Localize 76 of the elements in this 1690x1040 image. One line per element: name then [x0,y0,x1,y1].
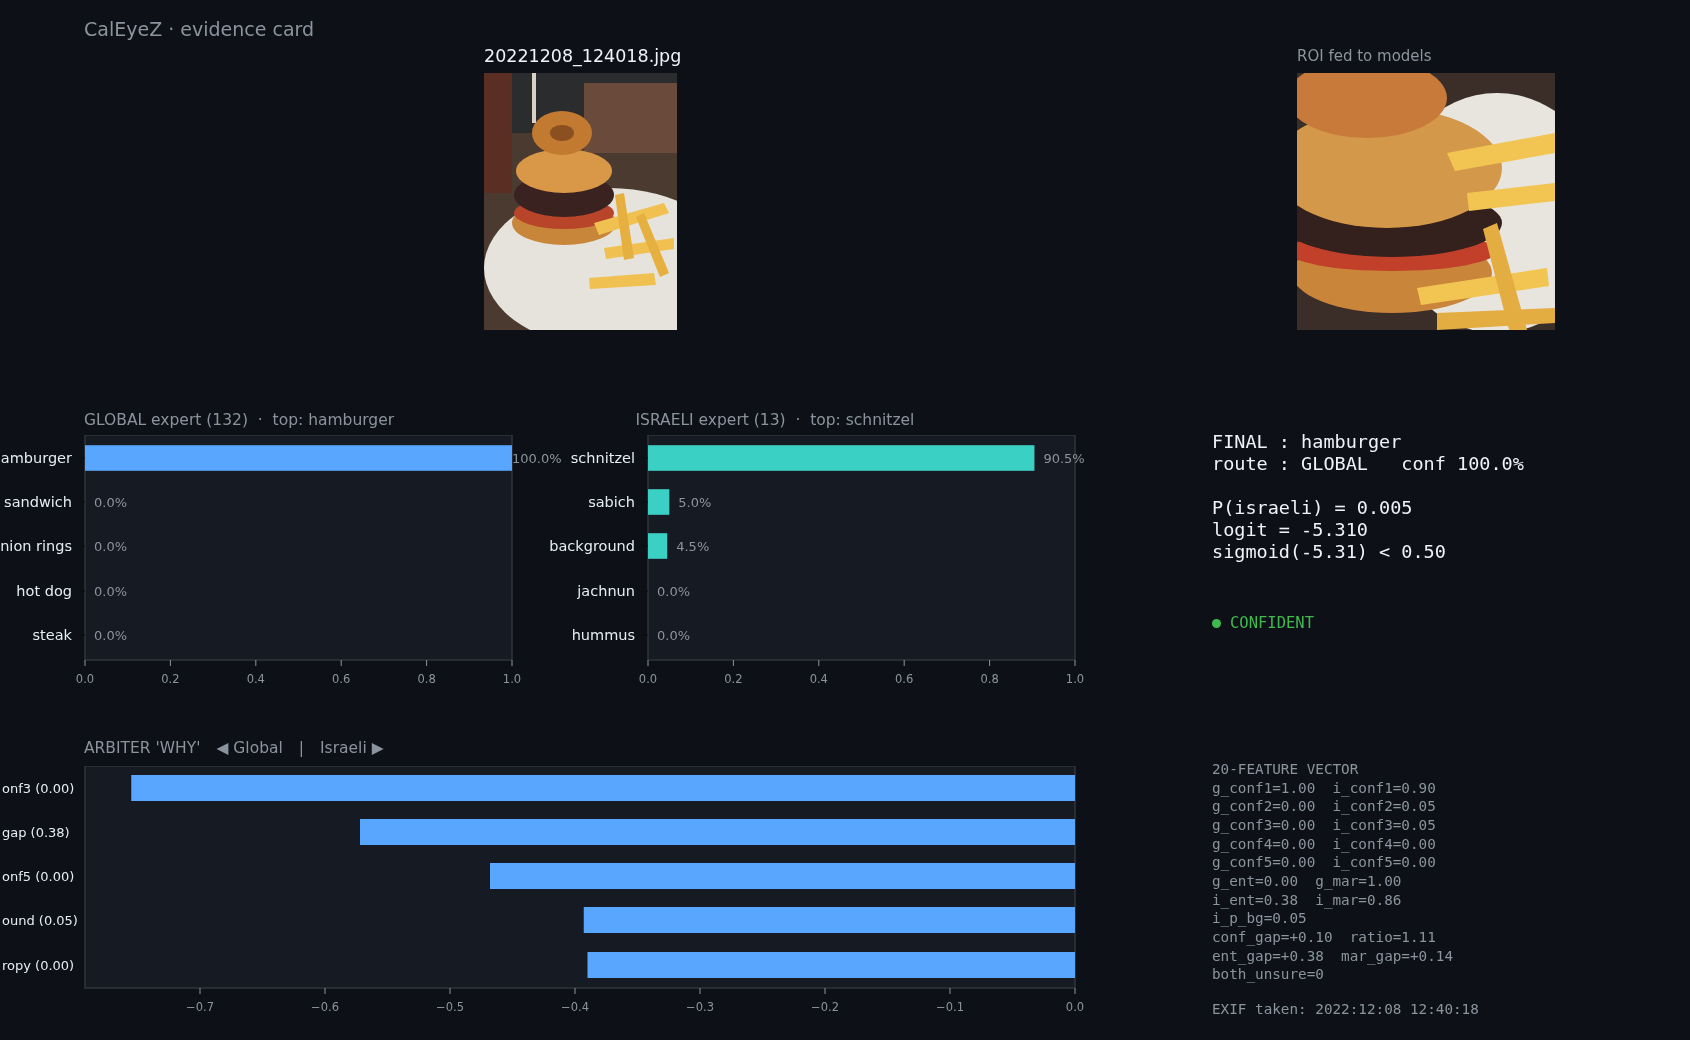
tick-label: 0.4 [809,672,828,686]
category-label: sabich [588,494,635,510]
section-heading: 20-FEATURE VECTOR [1212,760,1360,779]
tick-label: 0.0 [1065,1000,1085,1014]
value-label: 0.0% [657,628,691,643]
file-name: 20221208_124018.jpg [484,45,682,67]
roi-caption: ROI fed to models [1297,46,1433,67]
feature-line: i_ent=0.38 i_mar=0.86 [1212,890,1403,910]
chart-title: ARBITER 'WHY' [84,738,201,758]
tick-label: −0.5 [436,1000,464,1014]
value-label: 100.0% [512,451,562,466]
feature-line: g_conf1=1.00 i_conf1=0.90 [1212,778,1437,798]
tick-label: −0.6 [311,1000,339,1014]
feature-label: onf3 (0.00) [2,781,75,796]
feature-line: g_conf4=0.00 i_conf4=0.00 [1212,834,1437,854]
verdict-line: FINAL : hamburger [1212,431,1403,453]
value-label: 0.0% [94,584,128,599]
verdict-line: sigmoid(-5.31) < 0.50 [1212,541,1447,563]
category-label: steak [32,627,72,643]
status-label: CONFIDENT [1230,613,1314,633]
feature-label: onf5 (0.00) [2,869,75,884]
legend-label: ◀ Global [216,738,283,758]
app-title: CalEyeZ · evidence card [83,17,316,41]
category-label: hummus [571,627,635,643]
value-label: 0.0% [94,495,128,510]
legend-label: Israeli ▶ [320,738,384,758]
verdict-line: P(israeli) = 0.005 [1212,497,1414,519]
tick-label: 0.8 [417,672,436,686]
value-label: 0.0% [94,628,128,643]
legend-label: | [298,738,305,758]
feature-line: g_conf5=0.00 i_conf5=0.00 [1212,853,1437,872]
value-label: 0.0% [94,539,128,554]
feature-line: both_unsure=0 [1212,965,1325,984]
value-label: 0.0% [657,584,691,599]
feature-label: ound (0.05) [2,913,78,928]
tick-label: −0.7 [186,1000,214,1014]
chart-title: GLOBAL expert (132) · top: hamburger [84,410,396,430]
exif-line: EXIF taken: 2022:12:08 12:40:18 [1212,999,1480,1019]
tick-label: −0.2 [811,1000,839,1014]
tick-label: 0.6 [332,672,351,686]
feature-line: g_ent=0.00 g_mar=1.00 [1212,871,1403,891]
category-label: nion rings [0,538,72,554]
value-label: 5.0% [678,495,712,510]
category-label: amburger [0,450,72,466]
tick-label: 0.0 [638,672,658,686]
feature-line: ent_gap=+0.38 mar_gap=+0.14 [1212,946,1454,966]
verdict-line: route : GLOBAL conf 100.0% [1212,453,1525,475]
tick-label: −0.3 [686,1000,714,1014]
feature-line: i_p_bg=0.05 [1212,909,1308,928]
tick-label: 0.8 [980,672,999,686]
value-label: 4.5% [676,539,710,554]
tick-label: 0.0 [75,672,95,686]
feature-line: g_conf2=0.00 i_conf2=0.05 [1212,797,1437,816]
tick-label: 0.6 [895,672,914,686]
tick-label: 1.0 [502,672,522,686]
probability-bar [648,533,668,559]
tick-label: −0.4 [561,1000,589,1014]
tick-label: 0.2 [161,672,180,686]
chart-title: ISRAELI expert (13) · top: schnitzel [634,410,916,430]
value-label: 90.5% [1043,451,1085,466]
verdict-line: logit = -5.310 [1212,519,1369,541]
category-label: sandwich [4,494,72,510]
tick-label: 1.0 [1065,672,1085,686]
status-dot-icon [1212,618,1221,628]
tick-label: 0.4 [246,672,265,686]
feature-line: g_conf3=0.00 i_conf3=0.05 [1212,815,1437,835]
category-label: schnitzel [570,450,635,466]
tick-label: −0.1 [936,1000,964,1014]
category-label: background [549,538,635,554]
category-label: jachnun [577,583,635,599]
category-label: hot dog [16,583,72,599]
feature-label: gap (0.38) [2,825,70,840]
feature-line: conf_gap=+0.10 ratio=1.11 [1212,927,1437,947]
feature-label: ropy (0.00) [2,958,75,973]
probability-bar [648,489,670,515]
tick-label: 0.2 [724,672,743,686]
